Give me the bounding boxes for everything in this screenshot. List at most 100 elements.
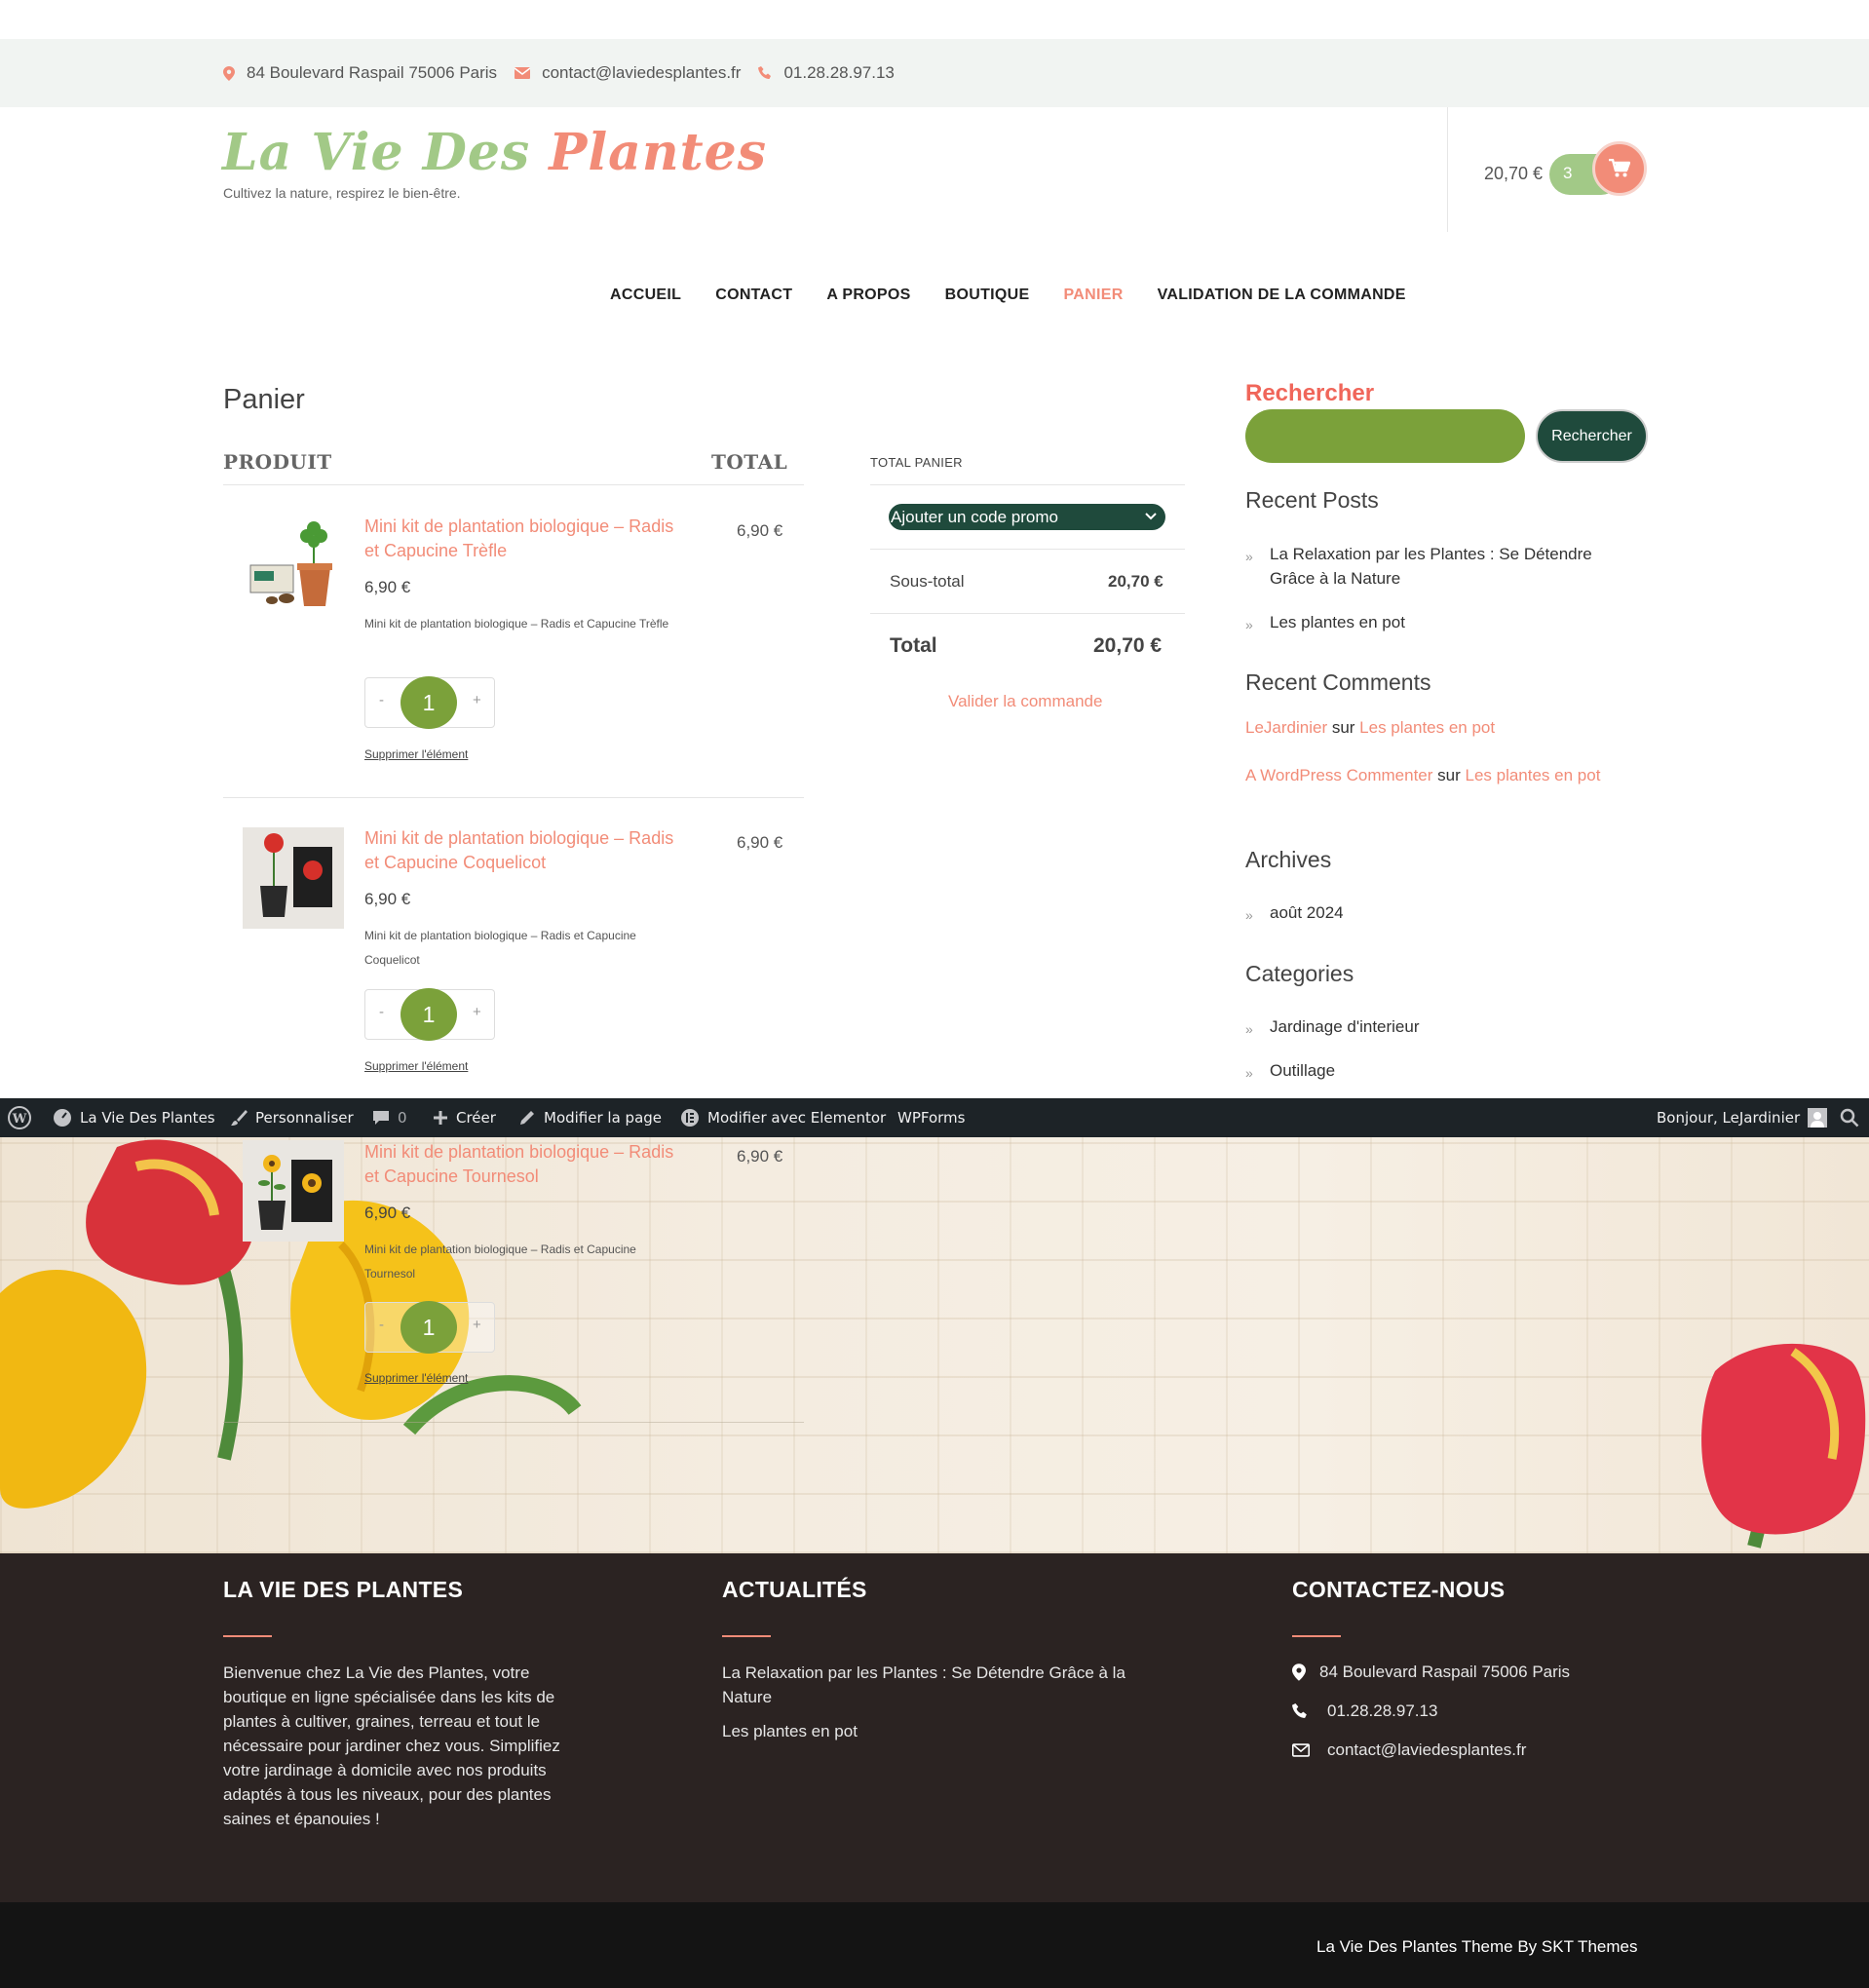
double-chevron-icon: » bbox=[1245, 549, 1253, 564]
add-coupon-toggle[interactable]: Ajouter un code promo bbox=[889, 504, 1165, 530]
header-cart-total[interactable]: 20,70 € bbox=[1484, 164, 1543, 184]
double-chevron-icon: » bbox=[1245, 1021, 1253, 1037]
product-price: 6,90 € bbox=[364, 890, 411, 908]
search-widget-title: Rechercher bbox=[1245, 380, 1375, 406]
admin-create-new[interactable]: Créer bbox=[433, 1098, 496, 1137]
recent-comment-item: LeJardinier sur Les plantes en pot bbox=[1245, 718, 1495, 738]
comment-author-link[interactable]: LeJardinier bbox=[1245, 718, 1327, 737]
cart-item-divider bbox=[223, 1422, 804, 1423]
nav-item-accueil[interactable]: ACCUEIL bbox=[610, 287, 681, 304]
footer-news-link[interactable]: Les plantes en pot bbox=[722, 1719, 858, 1743]
footer-title-underline bbox=[1292, 1635, 1341, 1637]
topbar-phone: 01.28.28.97.13 bbox=[758, 63, 895, 83]
wp-admin-bar: W La Vie Des Plantes Personnaliser 0 Cré… bbox=[0, 1098, 1869, 1137]
shopping-cart-icon bbox=[1609, 159, 1630, 177]
topbar-email[interactable]: contact@laviedesplantes.fr bbox=[515, 63, 741, 83]
cart-item: Mini kit de plantation biologique – Radi… bbox=[223, 507, 804, 789]
nav-item-boutique[interactable]: BOUTIQUE bbox=[945, 287, 1030, 304]
envelope-icon bbox=[515, 67, 531, 79]
admin-comments[interactable]: 0 bbox=[372, 1098, 407, 1137]
admin-wpforms[interactable]: WPForms bbox=[897, 1098, 965, 1137]
nav-item-panier[interactable]: PANIER bbox=[1063, 287, 1123, 304]
copyright-text[interactable]: La Vie Des Plantes Theme By SKT Themes bbox=[1316, 1937, 1637, 1957]
comment-post-link[interactable]: Les plantes en pot bbox=[1359, 718, 1495, 737]
quantity-plus-button[interactable]: + bbox=[473, 692, 481, 708]
comment-post-link[interactable]: Les plantes en pot bbox=[1465, 766, 1600, 784]
admin-customize[interactable]: Personnaliser bbox=[230, 1098, 354, 1137]
quantity-plus-button[interactable]: + bbox=[473, 1317, 481, 1333]
product-name-link[interactable]: Mini kit de plantation biologique – Radi… bbox=[364, 1140, 686, 1189]
cart-item-divider bbox=[223, 797, 804, 798]
quantity-input[interactable]: 1 bbox=[400, 1301, 457, 1354]
product-name-link[interactable]: Mini kit de plantation biologique – Radi… bbox=[364, 826, 686, 875]
quantity-stepper: - 1 + bbox=[364, 676, 495, 729]
dashboard-gauge-icon bbox=[54, 1109, 71, 1127]
checkout-button[interactable]: Valider la commande bbox=[948, 692, 1102, 711]
map-pin-icon bbox=[223, 65, 235, 81]
main-nav: ACCUEIL CONTACT A PROPOS BOUTIQUE PANIER… bbox=[610, 287, 1440, 304]
elementor-icon bbox=[681, 1109, 699, 1127]
footer-title-underline bbox=[223, 1635, 272, 1637]
cart-item: Mini kit de plantation biologique – Radi… bbox=[223, 819, 804, 1101]
header-divider bbox=[1447, 107, 1448, 232]
subtotal-value: 20,70 € bbox=[1108, 572, 1163, 591]
product-thumbnail-coquelicot[interactable] bbox=[243, 827, 344, 929]
archive-item[interactable]: » août 2024 bbox=[1245, 900, 1344, 928]
quantity-minus-button[interactable]: - bbox=[379, 1317, 384, 1333]
remove-item-link[interactable]: Supprimer l'élément bbox=[364, 1371, 468, 1385]
phone-icon bbox=[1292, 1703, 1307, 1718]
admin-user-menu[interactable]: Bonjour, LeJardinier bbox=[1657, 1098, 1835, 1137]
nav-item-contact[interactable]: CONTACT bbox=[715, 287, 792, 304]
quantity-stepper: - 1 + bbox=[364, 1301, 495, 1354]
search-input[interactable] bbox=[1245, 409, 1525, 463]
recent-post-item[interactable]: » Les plantes en pot bbox=[1245, 610, 1405, 637]
admin-search[interactable] bbox=[1840, 1098, 1867, 1137]
site-tagline: Cultivez la nature, respirez le bien-êtr… bbox=[223, 185, 461, 201]
admin-site-name[interactable]: La Vie Des Plantes bbox=[53, 1098, 215, 1137]
product-description: Mini kit de plantation biologique – Radi… bbox=[364, 929, 636, 967]
product-description: Mini kit de plantation biologique – Radi… bbox=[364, 617, 669, 631]
recent-post-item[interactable]: » La Relaxation par les Plantes : Se Déte… bbox=[1245, 542, 1635, 591]
cart-button[interactable] bbox=[1592, 141, 1647, 196]
category-item[interactable]: » Jardinage d'interieur bbox=[1245, 1014, 1420, 1042]
product-name-link[interactable]: Mini kit de plantation biologique – Radi… bbox=[364, 515, 686, 563]
total-value: 20,70 € bbox=[1093, 634, 1163, 657]
admin-edit-elementor[interactable]: Modifier avec Elementor bbox=[680, 1098, 886, 1137]
totals-divider bbox=[870, 549, 1185, 550]
archives-title: Archives bbox=[1245, 847, 1332, 872]
site-logo[interactable]: La Vie Des Plantes bbox=[222, 123, 767, 182]
quantity-input[interactable]: 1 bbox=[400, 676, 457, 729]
product-price: 6,90 € bbox=[364, 1204, 411, 1222]
quantity-input[interactable]: 1 bbox=[400, 988, 457, 1041]
cart-totals-title: TOTAL PANIER bbox=[870, 455, 963, 470]
quantity-plus-button[interactable]: + bbox=[473, 1004, 481, 1020]
clover-pot-image bbox=[249, 521, 332, 606]
footer-email[interactable]: contact@laviedesplantes.fr bbox=[1292, 1740, 1526, 1760]
remove-item-link[interactable]: Supprimer l'élément bbox=[364, 747, 468, 761]
envelope-icon bbox=[1292, 1743, 1310, 1757]
comment-author-link[interactable]: A WordPress Commenter bbox=[1245, 766, 1432, 784]
quantity-minus-button[interactable]: - bbox=[379, 692, 384, 708]
category-item[interactable]: » Outillage bbox=[1245, 1058, 1335, 1086]
plus-icon bbox=[434, 1111, 447, 1125]
svg-text:W: W bbox=[12, 1112, 27, 1127]
cart-count-badge[interactable]: 3 bbox=[1563, 164, 1572, 183]
footer-title-underline bbox=[722, 1635, 771, 1637]
product-thumbnail-trefle[interactable] bbox=[243, 516, 344, 618]
line-total: 6,90 € bbox=[737, 833, 783, 852]
search-button[interactable]: Rechercher bbox=[1536, 409, 1648, 463]
line-total: 6,90 € bbox=[737, 521, 783, 540]
wordpress-logo-button[interactable]: W bbox=[8, 1098, 39, 1137]
nav-item-a-propos[interactable]: A PROPOS bbox=[826, 287, 910, 304]
chevron-down-icon bbox=[1145, 513, 1157, 520]
quantity-minus-button[interactable]: - bbox=[379, 1004, 384, 1020]
nav-item-validation[interactable]: VALIDATION DE LA COMMANDE bbox=[1158, 287, 1406, 304]
remove-item-link[interactable]: Supprimer l'élément bbox=[364, 1059, 468, 1073]
totals-divider bbox=[870, 484, 1185, 485]
footer-news-link[interactable]: La Relaxation par les Plantes : Se Déten… bbox=[722, 1661, 1151, 1709]
product-thumbnail-tournesol[interactable] bbox=[243, 1140, 344, 1242]
logo-text-pink: Plantes bbox=[549, 123, 768, 182]
column-header-total: TOTAL bbox=[711, 450, 788, 474]
admin-edit-page[interactable]: Modifier la page bbox=[518, 1098, 662, 1137]
product-description: Mini kit de plantation biologique – Radi… bbox=[364, 1242, 636, 1281]
